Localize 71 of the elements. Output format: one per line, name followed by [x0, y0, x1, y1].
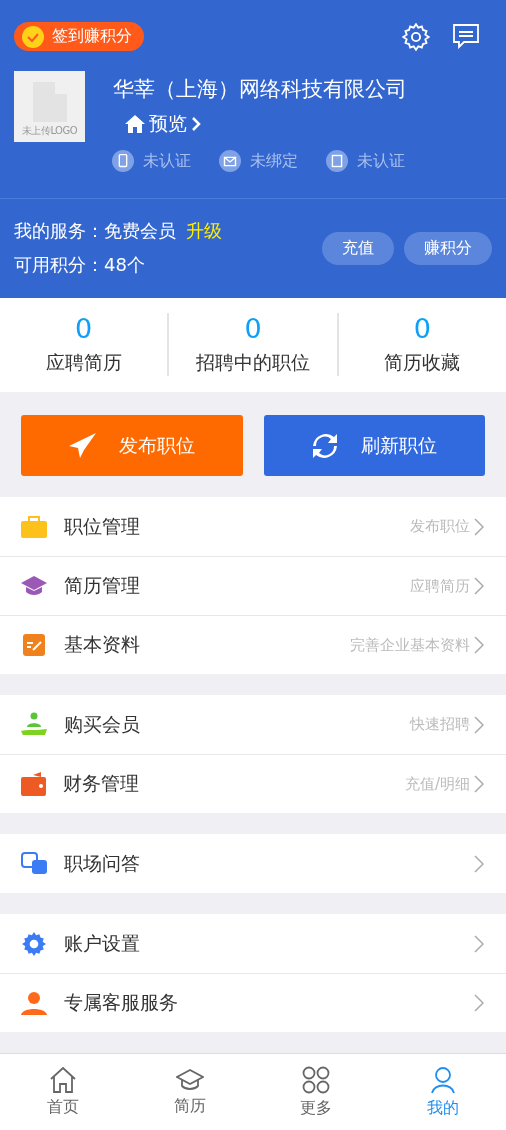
verification-status: 未认证: [112, 150, 191, 172]
menu-item[interactable]: 职位管理 发布职位: [0, 497, 506, 557]
service-label: 我的服务：免费会员: [14, 219, 176, 244]
menu-hint: 应聘简历: [410, 576, 470, 596]
recharge-button[interactable]: 充值: [322, 231, 394, 265]
checkin-badge[interactable]: 签到赚积分: [14, 22, 144, 51]
user-icon: [430, 1065, 455, 1094]
home-icon: [125, 115, 145, 133]
menu-item[interactable]: 账户设置: [0, 914, 506, 974]
paper-plane-icon: [68, 432, 97, 459]
envelope-icon: [219, 150, 241, 172]
menu-label: 财务管理: [63, 771, 140, 797]
hand-person-icon: [21, 711, 47, 738]
menu-item[interactable]: 购买会员 快速招聘: [0, 695, 506, 755]
menu-hint: 充值/明细: [404, 774, 470, 794]
person-icon: [21, 991, 47, 1016]
stat-value: 0: [413, 313, 431, 345]
menu-label: 职场问答: [64, 850, 141, 876]
refresh-button[interactable]: 刷新职位: [263, 415, 485, 477]
chevron-right-icon: [474, 934, 484, 953]
tab[interactable]: 简历: [126, 1054, 253, 1130]
menu-hint: 发布职位: [410, 517, 470, 537]
wallet-icon: [21, 772, 46, 797]
settings-icon[interactable]: [402, 22, 430, 51]
stat-value: 0: [75, 313, 93, 345]
menu-label: 基本资料: [64, 632, 141, 658]
home-icon: [49, 1066, 78, 1093]
menu-hint: 完善企业基本资料: [350, 635, 470, 655]
menu-item[interactable]: 专属客服服务: [0, 973, 506, 1033]
menu-item[interactable]: 基本资料 完善企业基本资料: [0, 615, 506, 675]
menu-hint: 快速招聘: [410, 715, 470, 735]
company-name: 华莘（上海）网络科技有限公司: [113, 76, 407, 103]
earn-points-button[interactable]: 赚积分: [404, 231, 492, 265]
stat-label: 应聘简历: [45, 350, 122, 376]
verification-status: 未认证: [326, 150, 405, 172]
menu-item[interactable]: 职场问答: [0, 834, 506, 894]
phone-icon: [112, 150, 134, 172]
points-label: 可用积分：48个: [14, 253, 146, 278]
chevron-right-icon: [474, 854, 484, 873]
menu-label: 专属客服服务: [64, 990, 179, 1016]
chevron-right-icon: [474, 994, 484, 1013]
tab[interactable]: 我的: [379, 1054, 506, 1130]
menu-label: 购买会员: [64, 711, 141, 737]
message-icon[interactable]: [452, 22, 480, 49]
tab[interactable]: 更多: [253, 1054, 380, 1130]
edit-icon: [21, 632, 47, 659]
logo-caption: 未上传LOGO: [21, 124, 78, 138]
briefcase-icon: [21, 515, 47, 538]
menu-item[interactable]: 简历管理 应聘简历: [0, 556, 506, 616]
menu-label: 简历管理: [64, 573, 141, 599]
chevron-right-icon: [474, 775, 484, 794]
verification-status: 未绑定: [219, 150, 298, 172]
chevron-right-icon: [474, 636, 484, 655]
gear-icon: [21, 930, 47, 957]
stat-label: 招聘中的职位: [196, 350, 310, 376]
stat-value: 0: [244, 313, 262, 345]
tab[interactable]: 首页: [0, 1054, 127, 1130]
stat-label: 简历收藏: [384, 350, 461, 376]
upgrade-link[interactable]: 升级: [186, 219, 222, 244]
chevron-right-icon: [474, 517, 484, 536]
menu-item[interactable]: 财务管理 充值/明细: [0, 754, 506, 814]
chevron-right-icon: [474, 577, 484, 596]
chevron-right-icon: [191, 116, 201, 132]
refresh-icon: [311, 431, 340, 460]
menu-label: 职位管理: [64, 513, 141, 539]
grid-icon: [302, 1065, 331, 1094]
preview-link[interactable]: 预览: [125, 111, 201, 137]
graduation-cap-icon: [175, 1067, 204, 1092]
qa-chat-icon: [21, 851, 47, 876]
chevron-right-icon: [474, 715, 484, 734]
menu-label: 账户设置: [64, 930, 141, 956]
